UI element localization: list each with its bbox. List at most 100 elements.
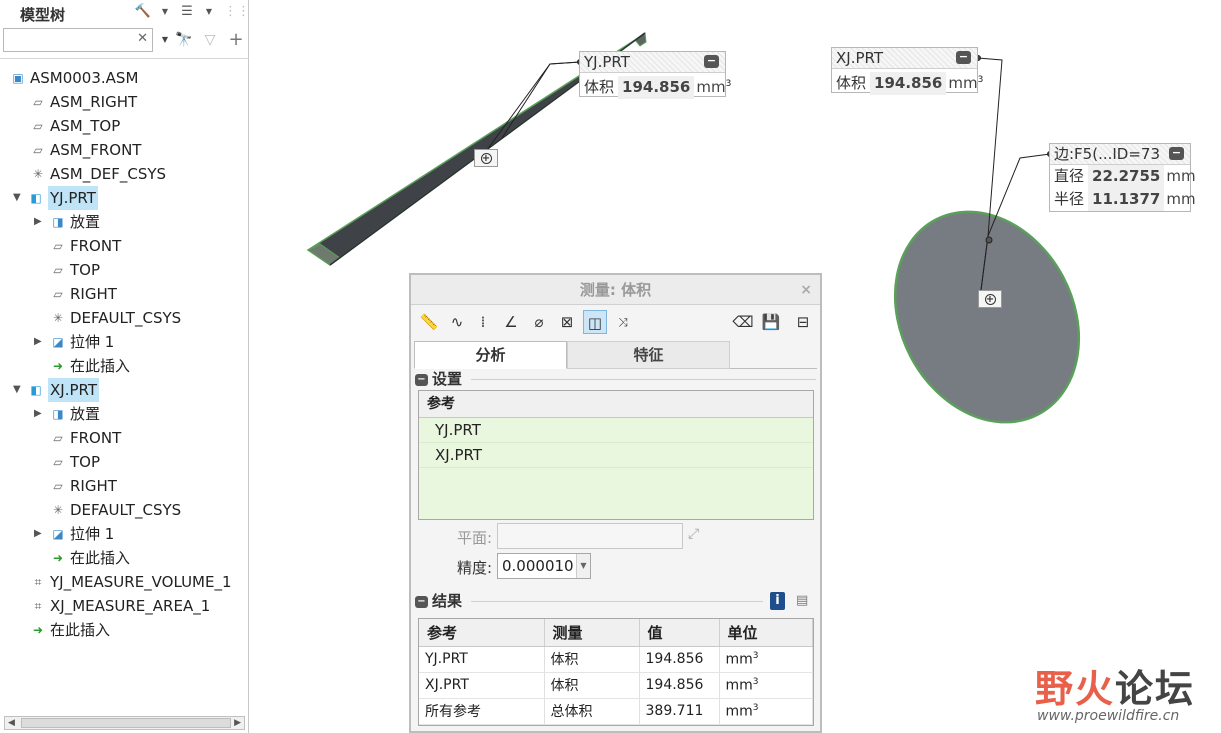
- callout-header: 边:F5(...ID=73 −: [1050, 144, 1190, 165]
- callout-value: 194.856: [618, 76, 695, 99]
- add-column-icon[interactable]: +: [226, 30, 246, 50]
- extrude-icon: ◪: [52, 335, 64, 349]
- scroll-thumb[interactable]: [21, 718, 231, 728]
- reference-list[interactable]: 参考 YJ.PRT XJ.PRT: [418, 390, 814, 520]
- collapse-caret-icon[interactable]: ▼: [13, 186, 23, 210]
- collapse-callout-icon[interactable]: −: [704, 55, 719, 68]
- measure-area-icon[interactable]: ⊠: [555, 310, 579, 334]
- measure-icon: ⌗: [34, 599, 42, 613]
- datum-plane-icon: ▱: [53, 263, 63, 277]
- measure-length-icon[interactable]: 📏: [417, 310, 441, 334]
- tree-horizontal-scrollbar[interactable]: ◀ ▶: [4, 716, 245, 730]
- app-window: 模型树 🔨 ▼ ☰ ▼ ⋮⋮ ✕ ▼ 🔭 ▽ + ▣ ASM0003.ASM ▱…: [0, 0, 1221, 733]
- xj-disc-model[interactable]: [859, 180, 1114, 455]
- tools-icon[interactable]: 🔨: [134, 3, 152, 21]
- collapse-section-icon[interactable]: −: [415, 373, 428, 386]
- assembly-icon: ▣: [12, 71, 24, 85]
- callout-value: 194.856: [870, 72, 947, 95]
- callout-header: XJ.PRT −: [832, 48, 977, 69]
- tree-item-label: TOP: [70, 261, 101, 279]
- datum-plane-icon: ▱: [53, 455, 63, 469]
- xj-expand-callout-button[interactable]: +: [978, 290, 1002, 308]
- tab-analysis[interactable]: 分析: [414, 341, 567, 369]
- settings-dropdown-icon[interactable]: ▼: [200, 3, 218, 21]
- reference-item[interactable]: YJ.PRT: [419, 418, 813, 443]
- tree-item-label: XJ.PRT: [48, 378, 100, 402]
- datum-plane-icon: ▱: [53, 287, 63, 301]
- callout-title: YJ.PRT: [584, 53, 630, 71]
- collapse-section-icon[interactable]: −: [415, 595, 428, 608]
- column-header[interactable]: 参考: [419, 619, 545, 647]
- filter-icon[interactable]: ▽: [200, 30, 220, 50]
- measure-angle-icon[interactable]: ∠: [499, 310, 523, 334]
- column-header[interactable]: 测量: [544, 619, 640, 647]
- show-filter-icon[interactable]: ⋮⋮: [224, 3, 250, 21]
- tools-dropdown-icon[interactable]: ▼: [156, 3, 174, 21]
- callout-unit: mm: [1166, 190, 1196, 208]
- clear-search-icon[interactable]: ✕: [137, 31, 148, 46]
- tree-item-label: ASM0003.ASM: [30, 69, 139, 87]
- callout-key: 半径: [1054, 190, 1085, 208]
- tree-item-label: RIGHT: [70, 477, 117, 495]
- expand-caret-icon[interactable]: ▶: [34, 522, 44, 546]
- precision-select[interactable]: 0.000010 ▼: [497, 553, 591, 579]
- table-row[interactable]: 所有参考 总体积 389.711 mm3: [419, 698, 813, 725]
- tree-item-label: 在此插入: [70, 357, 131, 375]
- csys-icon: ✳: [32, 167, 44, 181]
- collapse-caret-icon[interactable]: ▼: [13, 378, 23, 402]
- measure-transform-icon[interactable]: ⤨: [611, 310, 635, 334]
- expand-caret-icon[interactable]: ▶: [34, 402, 44, 426]
- search-dropdown-icon[interactable]: ▼: [155, 30, 175, 50]
- tree-item-label: 拉伸 1: [70, 333, 115, 351]
- yj-expand-callout-button[interactable]: +: [474, 149, 498, 167]
- measure-volume-icon[interactable]: ◫: [583, 310, 607, 334]
- plane-input[interactable]: [497, 523, 683, 549]
- datum-plane-icon: ▱: [33, 143, 43, 157]
- report-icon[interactable]: ▤: [796, 593, 808, 608]
- measure-dialog[interactable]: 测量: 体积 × 📏 ∿ ⁞ ∠ ⌀ ⊠ ◫ ⤨ ⌫ 💾 ⊟ 分析 特征 − 设置…: [409, 273, 822, 733]
- info-icon[interactable]: i: [770, 592, 785, 610]
- column-header[interactable]: 值: [639, 619, 720, 647]
- collapse-callout-icon[interactable]: −: [1169, 147, 1184, 160]
- collapse-callout-icon[interactable]: −: [956, 51, 971, 64]
- close-dialog-button[interactable]: ×: [800, 275, 812, 305]
- tree-search-input[interactable]: ✕: [3, 28, 153, 52]
- column-header[interactable]: 单位: [719, 619, 813, 647]
- scroll-left-icon[interactable]: ◀: [8, 717, 15, 729]
- tree-settings-icon[interactable]: ☰: [178, 3, 196, 21]
- edge-diameter-callout[interactable]: 边:F5(...ID=73 − 直径 22.2755 mm 半径 11.1377 mm: [1049, 143, 1196, 212]
- cell-value: 194.856: [639, 672, 720, 699]
- eraser-icon[interactable]: ⌫: [731, 310, 755, 334]
- results-label: 结果: [432, 592, 463, 610]
- collapse-panel-icon[interactable]: ⊟: [791, 310, 815, 334]
- measure-curve-icon[interactable]: ∿: [445, 310, 469, 334]
- dialog-title-bar[interactable]: 测量: 体积 ×: [411, 275, 820, 305]
- table-row[interactable]: YJ.PRT 体积 194.856 mm3: [419, 646, 813, 673]
- measure-toolbar: 📏 ∿ ⁞ ∠ ⌀ ⊠ ◫ ⤨ ⌫ 💾 ⊟: [411, 307, 820, 337]
- tree-separator: [0, 58, 249, 59]
- xj-volume-callout[interactable]: XJ.PRT − 体积 194.856 mm3: [831, 47, 983, 95]
- model-tree-header: 模型树 🔨 ▼ ☰ ▼ ⋮⋮: [0, 0, 250, 26]
- scroll-right-icon[interactable]: ▶: [234, 717, 241, 729]
- plane-flip-icon[interactable]: ⤢: [688, 526, 699, 542]
- save-icon[interactable]: 💾: [759, 310, 783, 334]
- plane-label: 平面:: [457, 529, 493, 547]
- cell-measure: 总体积: [544, 698, 640, 725]
- expand-caret-icon[interactable]: ▶: [34, 210, 44, 234]
- find-binoculars-icon[interactable]: 🔭: [174, 30, 194, 50]
- tab-feature[interactable]: 特征: [567, 341, 730, 369]
- measure-distance-icon[interactable]: ⁞: [471, 310, 495, 334]
- settings-section-header[interactable]: − 设置: [415, 369, 462, 389]
- part-icon: ◧: [30, 383, 42, 397]
- callout-row: 半径 11.1377 mm: [1050, 188, 1196, 211]
- yj-volume-callout[interactable]: YJ.PRT − 体积 194.856 mm3: [579, 51, 731, 99]
- table-row[interactable]: XJ.PRT 体积 194.856 mm3: [419, 672, 813, 699]
- reference-item[interactable]: XJ.PRT: [419, 443, 813, 468]
- dialog-title: 测量: 体积: [579, 281, 652, 299]
- insert-arrow-icon: ➜: [52, 551, 64, 565]
- expand-caret-icon[interactable]: ▶: [34, 330, 44, 354]
- measure-diameter-icon[interactable]: ⌀: [527, 310, 551, 334]
- results-section-header[interactable]: − 结果: [415, 591, 462, 611]
- chevron-down-icon[interactable]: ▼: [576, 554, 590, 578]
- model-tree-panel: 模型树 🔨 ▼ ☰ ▼ ⋮⋮ ✕ ▼ 🔭 ▽ + ▣ ASM0003.ASM ▱…: [0, 0, 250, 733]
